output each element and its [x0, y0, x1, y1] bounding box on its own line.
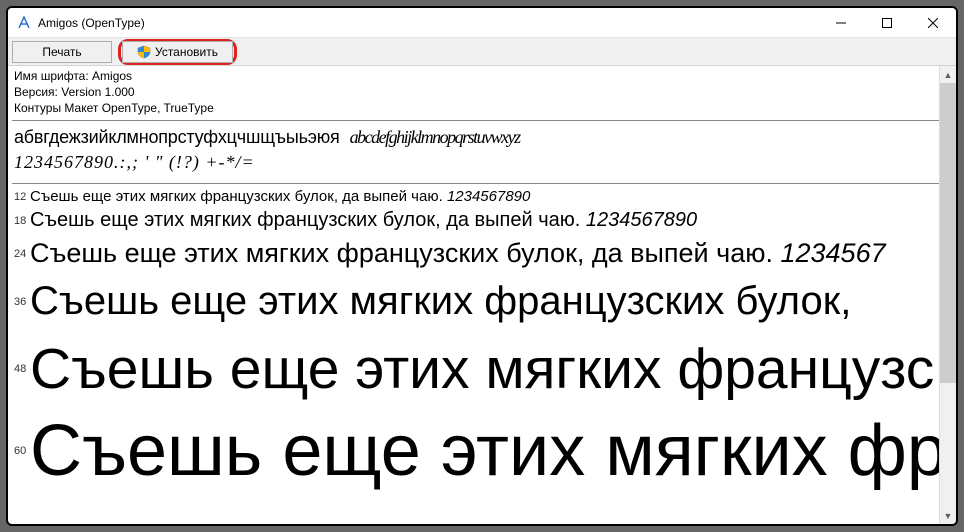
toolbar: Печать Установить	[8, 38, 956, 66]
size-label: 48	[14, 363, 30, 375]
size-label: 36	[14, 296, 30, 308]
alphabet-regular: абвгдежзийклмнопрстуфхцчшщъыьэюя	[14, 127, 340, 147]
alphabet-row: абвгдежзийклмнопрстуфхцчшщъыьэюя abcdefg…	[12, 125, 956, 150]
divider	[12, 183, 956, 184]
print-button[interactable]: Печать	[12, 41, 112, 63]
digits-symbols-row: 1234567890.:,; ' " (!?) +-*/=	[12, 150, 956, 179]
sample-text: Съешь еще этих мягких французских булок,…	[30, 209, 697, 232]
divider	[12, 120, 956, 121]
sample-text: Съешь еще этих мягких французс	[30, 336, 934, 402]
app-icon	[16, 15, 32, 31]
sample-row: 48 Съешь еще этих мягких французс	[12, 336, 956, 402]
content-area: Имя шрифта: Amigos Версия: Version 1.000…	[8, 66, 956, 524]
sample-text: Съешь еще этих мягких французских булок,…	[30, 238, 886, 269]
font-outline-line: Контуры Макет OpenType, TrueType	[12, 100, 956, 116]
sample-row: 60 Съешь еще этих мягких фр	[12, 410, 956, 492]
maximize-button[interactable]	[864, 8, 910, 38]
install-button-label: Установить	[155, 45, 218, 59]
install-button[interactable]: Установить	[122, 41, 233, 63]
scroll-thumb[interactable]	[940, 83, 956, 383]
sample-text: Съешь еще этих мягких французских булок,…	[30, 188, 530, 205]
sample-row: 24 Съешь еще этих мягких французских бул…	[12, 238, 956, 269]
sample-row: 18 Съешь еще этих мягких французских бул…	[12, 209, 956, 232]
close-button[interactable]	[910, 8, 956, 38]
size-label: 60	[14, 445, 30, 457]
install-highlight: Установить	[118, 39, 237, 65]
size-label: 18	[14, 215, 30, 227]
vertical-scrollbar[interactable]: ▲ ▼	[939, 66, 956, 524]
size-label: 12	[14, 191, 30, 203]
scroll-down-button[interactable]: ▼	[940, 507, 956, 524]
font-name-line: Имя шрифта: Amigos	[12, 68, 956, 84]
minimize-button[interactable]	[818, 8, 864, 38]
titlebar: Amigos (OpenType)	[8, 8, 956, 38]
uac-shield-icon	[137, 45, 151, 59]
sample-text: Съешь еще этих мягких французских булок,	[30, 279, 851, 324]
scroll-up-button[interactable]: ▲	[940, 66, 956, 83]
window-title: Amigos (OpenType)	[38, 16, 145, 30]
font-version-line: Версия: Version 1.000	[12, 84, 956, 100]
alphabet-italic: abcdefghijklmnopqrstuvwxyz	[350, 127, 520, 147]
size-label: 24	[14, 248, 30, 260]
font-preview-window: Amigos (OpenType) Печать	[6, 6, 958, 526]
sample-row: 36 Съешь еще этих мягких французских бул…	[12, 279, 956, 324]
sample-text: Съешь еще этих мягких фр	[30, 410, 947, 492]
sample-row: 12 Съешь еще этих мягких французских бул…	[12, 188, 956, 205]
